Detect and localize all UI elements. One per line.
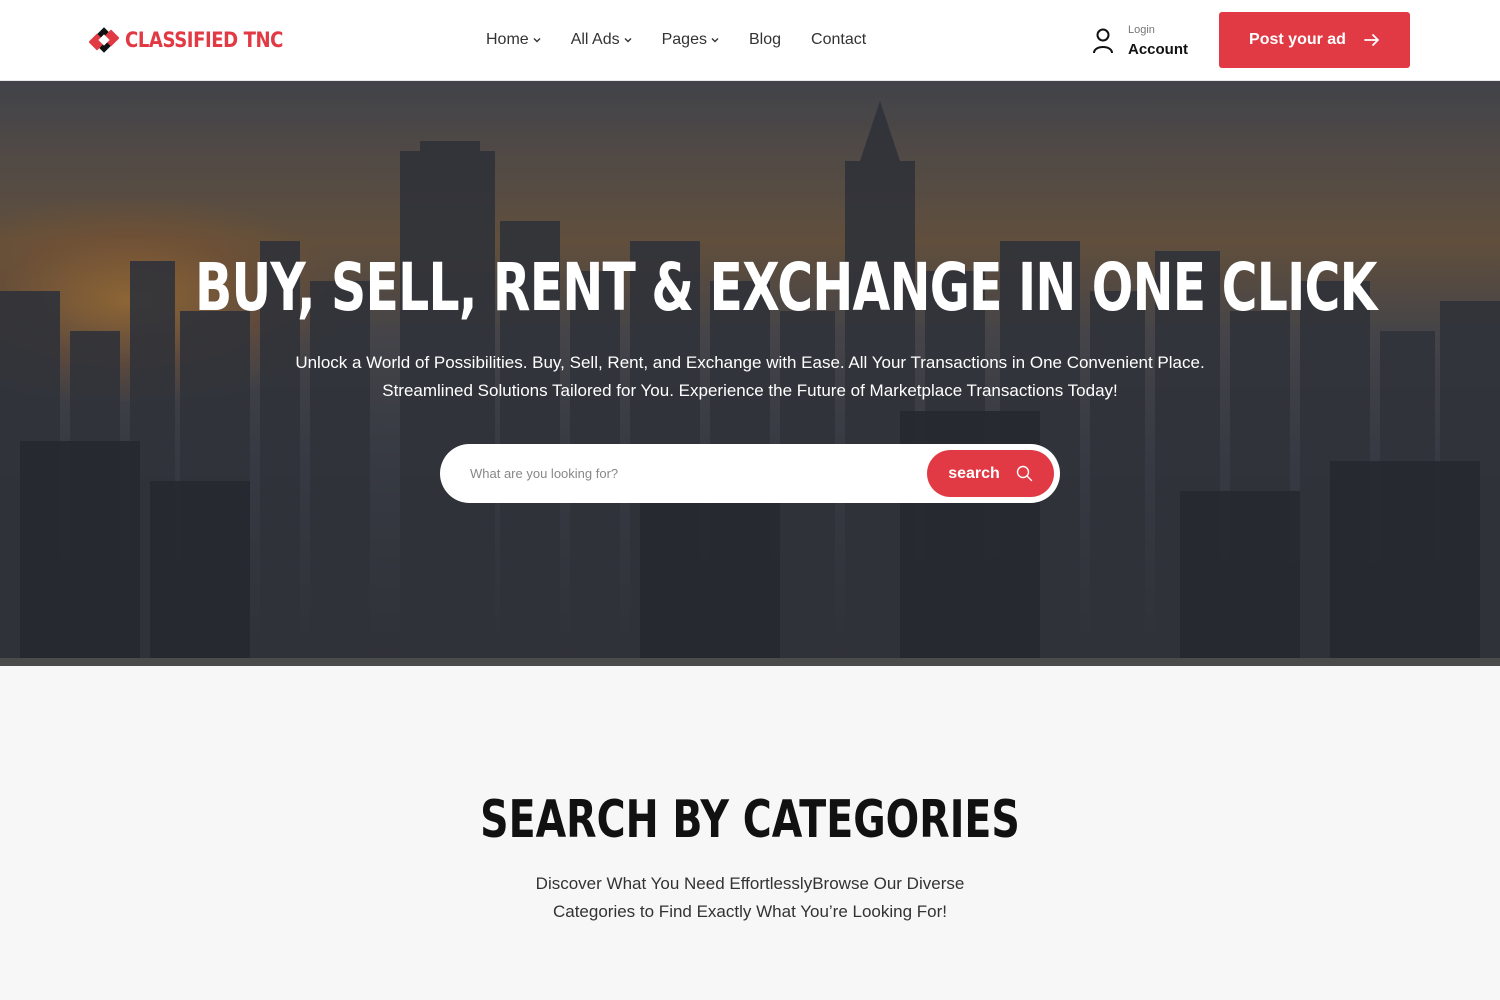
nav-label: Pages (661, 31, 707, 48)
chevron-down-icon (711, 38, 719, 43)
nav-label: Home (486, 31, 529, 48)
search-button[interactable]: search (927, 450, 1054, 497)
nav-label: Contact (811, 31, 867, 48)
nav-item-home[interactable]: Home (486, 31, 541, 49)
logo-icon (89, 27, 119, 53)
search-button-label: search (948, 464, 1000, 482)
nav-label: Blog (748, 31, 782, 48)
hero-section: BUY, SELL, RENT & EXCHANGE IN ONE CLICK … (0, 81, 1500, 658)
hero-subtitle: Unlock a World of Possibilities. Buy, Se… (295, 353, 1205, 400)
nav-item-pages[interactable]: Pages (662, 31, 719, 49)
search-bar: search (440, 444, 1060, 503)
post-ad-label: Post your ad (1249, 31, 1346, 48)
categories-subtitle: Discover What You Need EffortlesslyBrows… (535, 874, 965, 921)
hero-bottom-edge (0, 658, 1500, 666)
post-ad-button[interactable]: Post your ad (1219, 12, 1410, 68)
site-header: CLASSIFIED TNC Home All Ads Pages Blog C… (0, 0, 1500, 81)
account-label: Account (1128, 41, 1188, 58)
nav-item-contact[interactable]: Contact (811, 31, 866, 49)
nav-item-all-ads[interactable]: All Ads (571, 31, 632, 49)
user-icon (1093, 28, 1113, 54)
search-icon (1016, 465, 1032, 482)
chevron-down-icon (533, 38, 541, 43)
nav-item-blog[interactable]: Blog (749, 31, 781, 49)
logo[interactable]: CLASSIFIED TNC (89, 24, 309, 56)
hero-title: BUY, SELL, RENT & EXCHANGE IN ONE CLICK (195, 249, 1377, 326)
login-label: Login (1128, 24, 1155, 36)
arrow-right-icon (1364, 34, 1379, 46)
brand-name: CLASSIFIED TNC (125, 28, 284, 52)
categories-title: SEARCH BY CATEGORIES (480, 790, 1020, 850)
account-text: Login Account (1128, 24, 1188, 58)
nav-label: All Ads (570, 31, 620, 48)
account-link[interactable]: Login Account (1092, 20, 1202, 62)
chevron-down-icon (624, 38, 632, 43)
main-nav: Home All Ads Pages Blog Contact (486, 28, 896, 52)
search-input[interactable] (470, 444, 920, 503)
